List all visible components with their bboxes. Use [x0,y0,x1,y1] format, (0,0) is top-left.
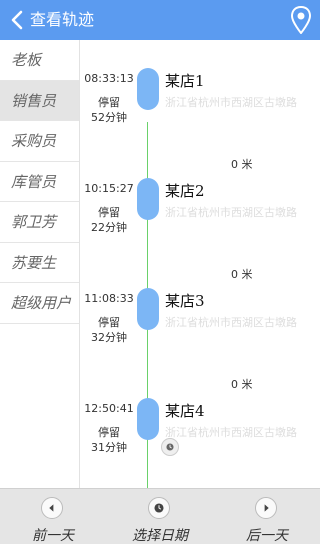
track-timeline[interactable]: 08:33:13 停留 52分钟 某店1 浙江省杭州市西湖区古墩路 0 米 10… [81,40,320,488]
sidebar-item-salesperson[interactable]: 销售员 [0,80,79,121]
triangle-right-icon [255,497,277,519]
clock-icon[interactable] [161,438,179,456]
store-name: 某店3 [165,292,205,310]
stop-marker [137,68,159,110]
stop-status: 停留 [98,426,120,439]
stop-status: 停留 [98,96,120,109]
store-name: 某店4 [165,402,205,420]
stop-status: 停留 [98,206,120,219]
timeline-stop[interactable]: 12:50:41 停留 31分钟 某店4 浙江省杭州市西湖区古墩路 [81,398,320,468]
page-title: 查看轨迹 [30,10,95,29]
stop-time: 08:33:13 [84,72,134,85]
sidebar-item-label: 老板 [11,51,42,70]
sidebar-item-label: 销售员 [11,91,57,110]
store-name: 某店1 [165,72,205,90]
next-day-button[interactable]: 后一天 [214,489,320,544]
select-date-button[interactable]: 选择日期 [107,489,213,544]
stop-status: 停留 [98,316,120,329]
timeline-stop[interactable]: 08:33:13 停留 52分钟 某店1 浙江省杭州市西湖区古墩路 [81,68,320,138]
sidebar-item-warehouse-keeper[interactable]: 库管员 [0,162,79,202]
sidebar-item-label: 郭卫芳 [11,213,57,232]
store-address: 浙江省杭州市西湖区古墩路 [165,96,297,109]
sidebar-item-super-user[interactable]: 超级用户 [0,283,79,324]
role-sidebar: 老板 销售员 采购员 库管员 郭卫芳 苏要生 超级用户 [0,40,80,488]
sidebar-item-label: 采购员 [11,132,57,151]
sidebar-item-purchaser[interactable]: 采购员 [0,121,79,162]
sidebar-item-guo-weifang[interactable]: 郭卫芳 [0,202,79,243]
distance-label: 0 米 [231,268,253,281]
map-pin-icon[interactable] [290,6,312,34]
stop-time: 12:50:41 [84,402,134,415]
distance-label: 0 米 [231,158,253,171]
store-address: 浙江省杭州市西湖区古墩路 [165,426,297,439]
sidebar-item-boss[interactable]: 老板 [0,40,79,81]
next-day-label: 后一天 [246,528,288,544]
prev-day-label: 前一天 [32,528,74,544]
stop-marker [137,398,159,440]
header: 查看轨迹 [0,0,320,40]
sidebar-item-su-yaosheng[interactable]: 苏要生 [0,243,79,283]
stop-duration: 31分钟 [91,441,127,454]
clock-icon [148,497,170,519]
sidebar-item-label: 苏要生 [11,253,57,272]
timeline-stop[interactable]: 10:15:27 停留 22分钟 某店2 浙江省杭州市西湖区古墩路 [81,178,320,248]
stop-duration: 52分钟 [91,111,127,124]
timeline-stop[interactable]: 11:08:33 停留 32分钟 某店3 浙江省杭州市西湖区古墩路 [81,288,320,358]
stop-time: 11:08:33 [84,292,134,305]
stop-marker [137,288,159,330]
chevron-left-icon[interactable] [8,9,28,31]
sidebar-item-label: 库管员 [11,172,57,191]
store-address: 浙江省杭州市西湖区古墩路 [165,206,297,219]
stop-duration: 22分钟 [91,221,127,234]
store-name: 某店2 [165,182,205,200]
prev-day-button[interactable]: 前一天 [0,489,106,544]
stop-marker [137,178,159,220]
store-address: 浙江省杭州市西湖区古墩路 [165,316,297,329]
stop-time: 10:15:27 [84,182,134,195]
select-date-label: 选择日期 [132,528,188,544]
stop-duration: 32分钟 [91,331,127,344]
distance-label: 0 米 [231,378,253,391]
bottom-toolbar: 前一天 选择日期 后一天 [0,488,320,544]
triangle-left-icon [41,497,63,519]
sidebar-item-label: 超级用户 [11,294,72,313]
